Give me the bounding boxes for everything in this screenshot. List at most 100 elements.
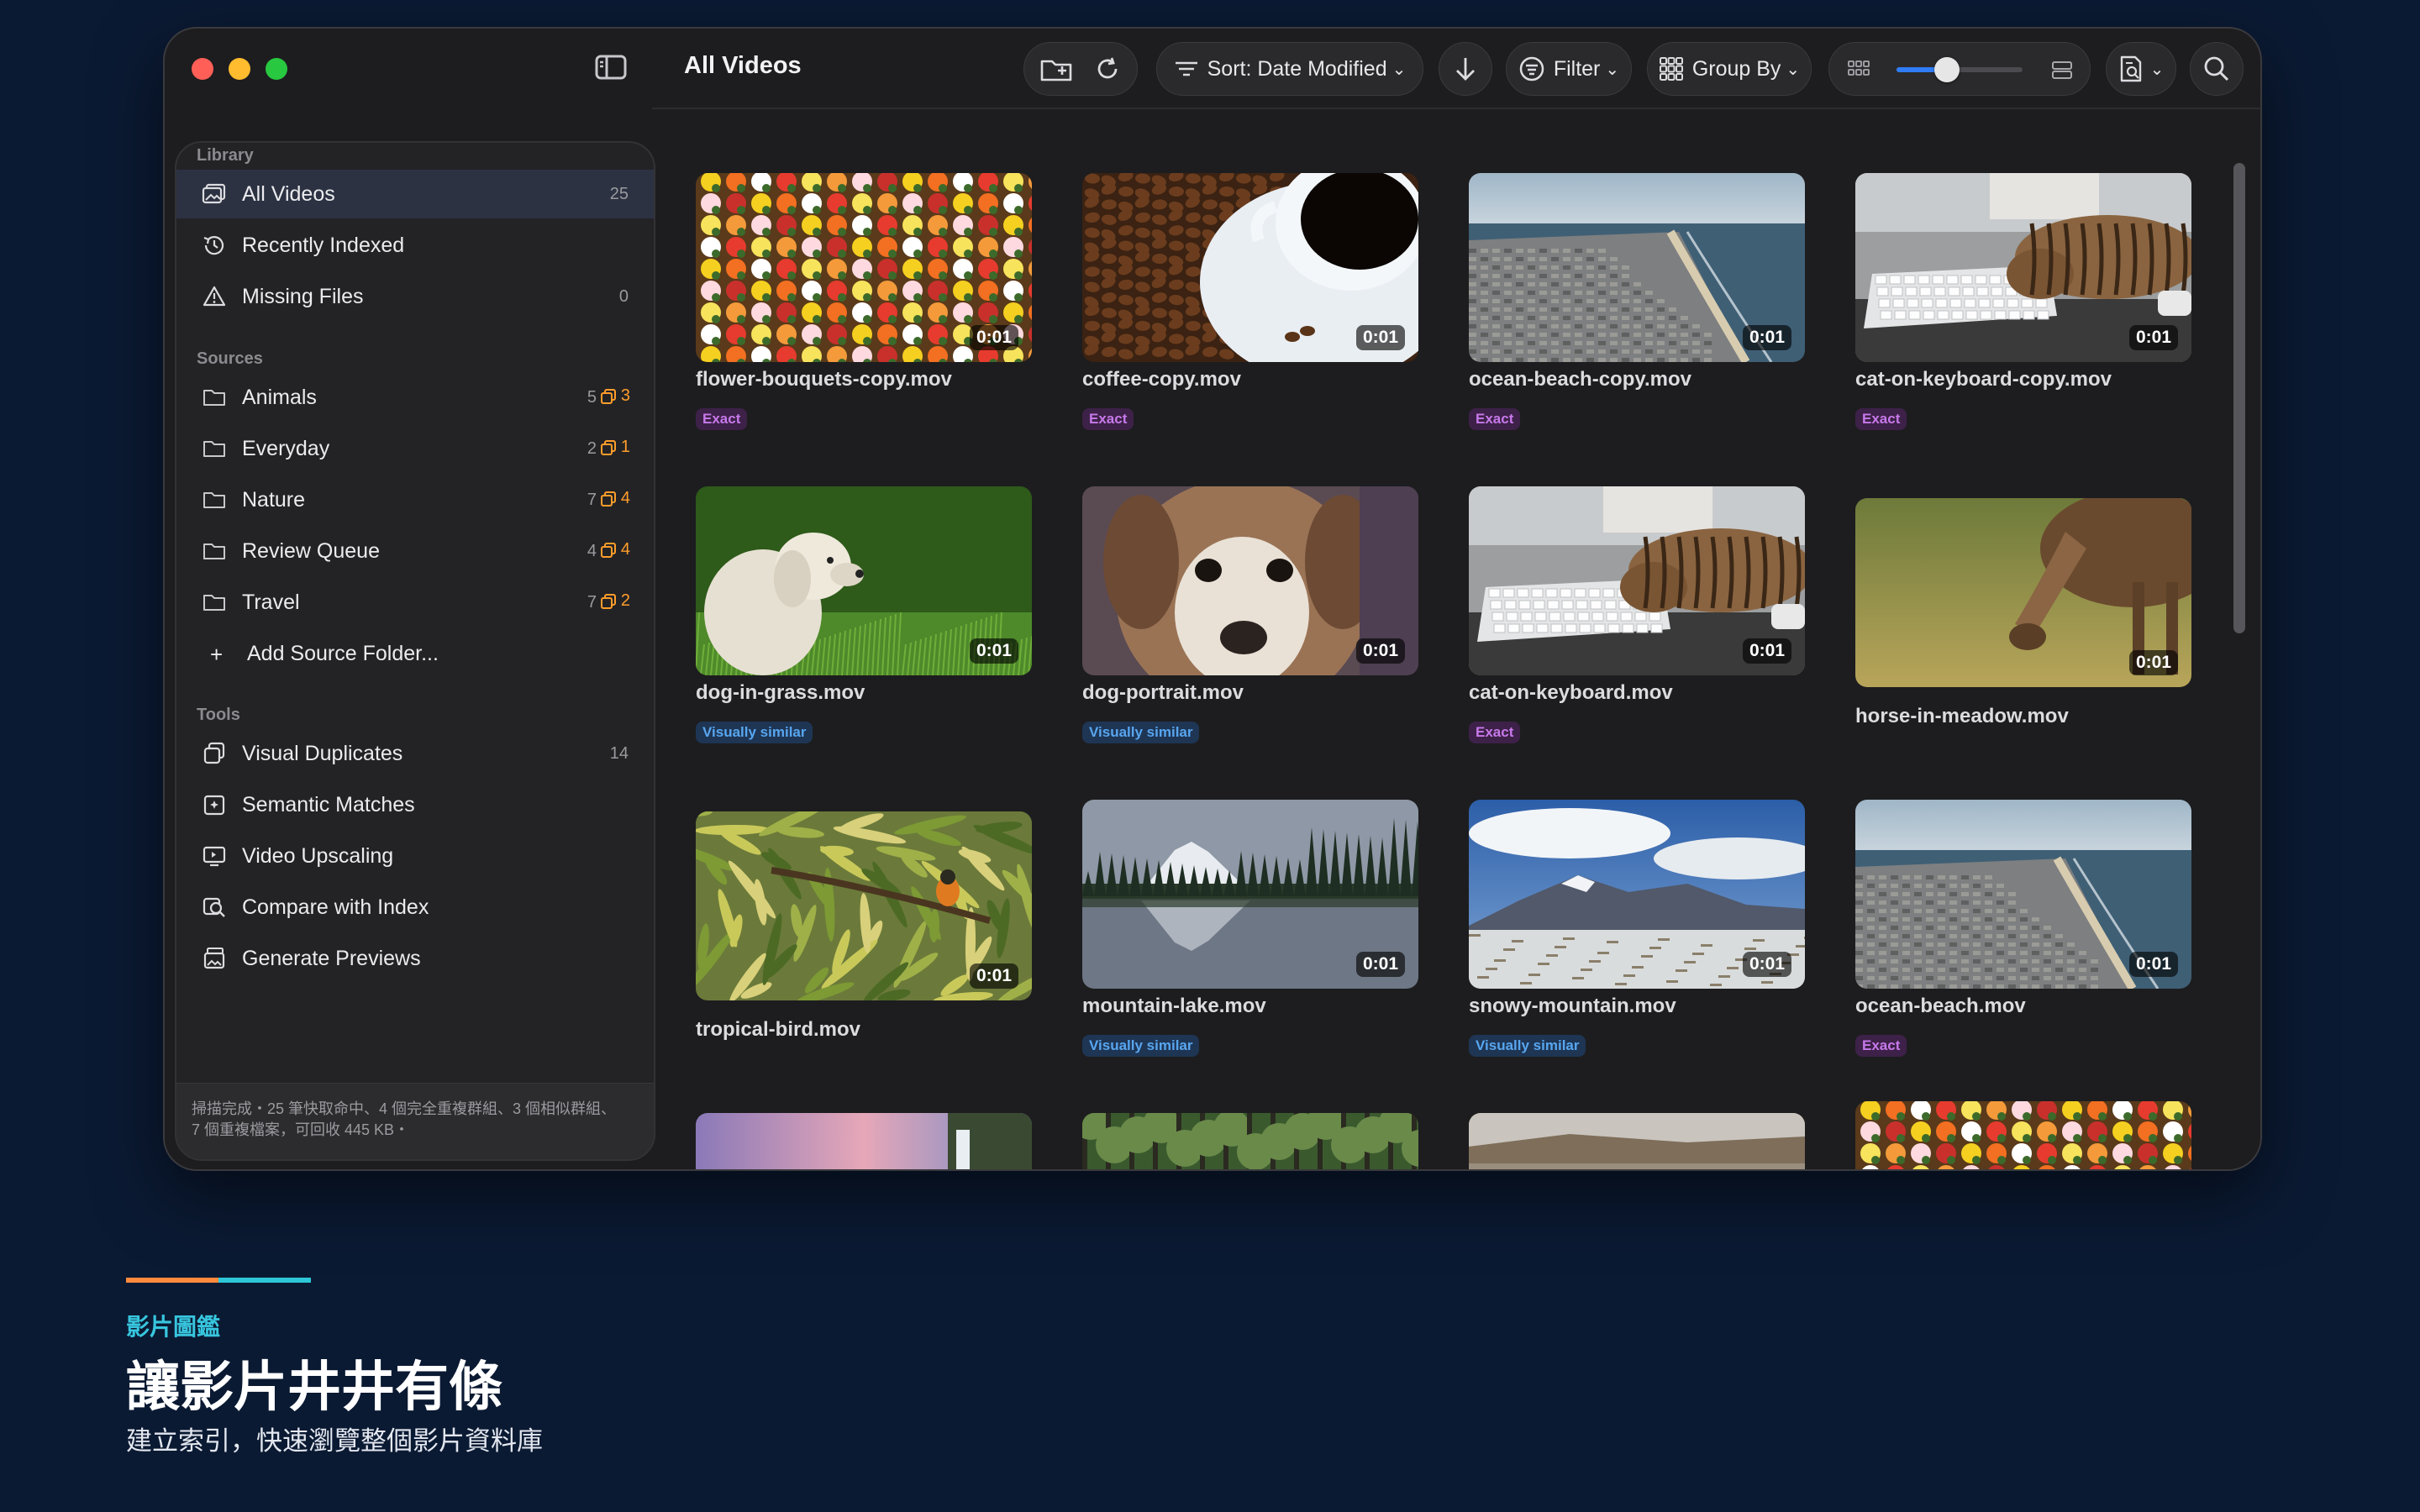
video-filename: horse-in-meadow.mov bbox=[1855, 705, 2069, 727]
sidebar-item-review-queue[interactable]: Review Queue 4 4 bbox=[176, 527, 654, 575]
exact-match-tag: Exact bbox=[1469, 722, 1521, 743]
video-thumbnail[interactable]: 0:01 bbox=[1469, 800, 1805, 989]
visually-similar-tag: Visually similar bbox=[1469, 1035, 1586, 1057]
sidebar-item-label: Travel bbox=[242, 591, 300, 614]
duration-badge: 0:01 bbox=[2128, 952, 2178, 977]
video-card[interactable]: 0:01 mountain-lake.mov Visually similar bbox=[1082, 800, 1418, 1068]
sidebar-item-missing-files[interactable]: Missing Files 0 bbox=[176, 272, 654, 321]
zoom-window-button[interactable] bbox=[266, 58, 287, 80]
sidebar-item-compare-with-index[interactable]: Compare with Index bbox=[176, 883, 654, 932]
library-section-title: Library bbox=[197, 146, 254, 165]
video-card[interactable] bbox=[696, 1113, 1032, 1169]
video-thumbnail[interactable]: 0:01 bbox=[1855, 173, 2191, 362]
video-filename: mountain-lake.mov bbox=[1082, 995, 1266, 1017]
sidebar-item-visual-duplicates[interactable]: Visual Duplicates 14 bbox=[176, 729, 654, 778]
video-filename: flower-bouquets-copy.mov bbox=[696, 368, 952, 391]
duration-badge: 0:01 bbox=[2128, 325, 2178, 350]
video-card[interactable]: 0:01 cat-on-keyboard.mov Exact bbox=[1469, 486, 1805, 755]
accent-bar-teal bbox=[218, 1278, 311, 1283]
sources-section-title: Sources bbox=[197, 349, 263, 368]
video-card[interactable]: 0:01 cat-on-keyboard-copy.mov Exact bbox=[1855, 173, 2191, 442]
video-thumbnail[interactable]: 0:01 bbox=[1469, 173, 1805, 362]
video-thumbnail[interactable]: 0:01 bbox=[696, 173, 1032, 362]
video-card[interactable]: 0:01 horse-in-meadow.mov bbox=[1855, 486, 2191, 755]
group-by-button[interactable]: Group By ⌄ bbox=[1647, 42, 1812, 96]
duration-badge: 0:01 bbox=[969, 325, 1018, 350]
sidebar-item-everyday[interactable]: Everyday 2 1 bbox=[176, 424, 654, 473]
preview-icon bbox=[202, 946, 227, 971]
duration-badge: 0:01 bbox=[1355, 638, 1405, 664]
item-count: 0 bbox=[618, 287, 629, 306]
add-folder-icon[interactable] bbox=[1039, 55, 1075, 83]
sidebar-item-video-upscaling[interactable]: Video Upscaling bbox=[176, 832, 654, 880]
sidebar-item-label: Nature bbox=[242, 488, 306, 512]
refresh-icon[interactable] bbox=[1093, 55, 1122, 83]
video-card[interactable]: 0:01 flower-bouquets-copy.mov Exact bbox=[696, 173, 1032, 442]
add-source-folder-button[interactable]: + Add Source Folder... bbox=[176, 629, 654, 678]
video-thumbnail[interactable] bbox=[1082, 1113, 1418, 1169]
accent-bar-orange bbox=[126, 1278, 218, 1283]
video-card[interactable] bbox=[1469, 1113, 1805, 1169]
video-card[interactable]: 0:01 tropical-bird.mov bbox=[696, 800, 1032, 1068]
folder-icon bbox=[202, 385, 227, 410]
sidebar-item-animals[interactable]: Animals 5 3 bbox=[176, 373, 654, 422]
large-grid-icon[interactable] bbox=[2051, 60, 2073, 80]
video-card[interactable]: 0:01 dog-in-grass.mov Visually similar bbox=[696, 486, 1032, 755]
search-button[interactable] bbox=[2190, 42, 2244, 96]
zoom-slider[interactable] bbox=[1897, 57, 2023, 82]
video-filename: dog-portrait.mov bbox=[1082, 681, 1244, 704]
exact-match-tag: Exact bbox=[1082, 408, 1134, 430]
video-card[interactable]: 0:01 snowy-mountain.mov Visually similar bbox=[1469, 800, 1805, 1068]
sidebar-item-all-videos[interactable]: All Videos 25 bbox=[176, 170, 654, 218]
sidebar-item-semantic-matches[interactable]: Semantic Matches bbox=[176, 780, 654, 829]
video-thumbnail[interactable] bbox=[696, 1113, 1032, 1169]
video-card[interactable] bbox=[1082, 1113, 1418, 1169]
close-window-button[interactable] bbox=[192, 58, 213, 80]
small-grid-icon[interactable] bbox=[1848, 58, 1870, 80]
video-card[interactable]: 0:01 ocean-beach.mov Exact bbox=[1855, 800, 2191, 1068]
sidebar: Library All Videos 25 Recently Indexed M… bbox=[175, 141, 655, 1161]
video-thumbnail[interactable]: 0:01 bbox=[1855, 800, 2191, 989]
scrollbar[interactable] bbox=[2233, 163, 2245, 633]
sort-direction-button[interactable] bbox=[1439, 42, 1492, 96]
sidebar-toggle-icon[interactable] bbox=[595, 54, 627, 81]
sidebar-item-travel[interactable]: Travel 7 2 bbox=[176, 578, 654, 627]
video-card[interactable]: 0:01 dog-portrait.mov Visually similar bbox=[1082, 486, 1418, 755]
view-options-button[interactable]: ⌄ bbox=[2106, 42, 2176, 96]
video-thumbnail[interactable] bbox=[1855, 1101, 2191, 1169]
video-thumbnail[interactable]: 0:01 bbox=[1082, 486, 1418, 675]
sidebar-item-label: Animals bbox=[242, 386, 317, 409]
video-card[interactable]: 0:01 coffee-copy.mov Exact bbox=[1082, 173, 1418, 442]
search-icon bbox=[2203, 55, 2230, 82]
filter-label: Filter bbox=[1553, 56, 1601, 81]
duration-badge: 0:01 bbox=[1742, 638, 1791, 664]
arrow-down-icon bbox=[1455, 55, 1476, 82]
folder-icon bbox=[202, 487, 227, 512]
video-thumbnail[interactable]: 0:01 bbox=[696, 486, 1032, 675]
video-filename: snowy-mountain.mov bbox=[1469, 995, 1676, 1017]
sort-button[interactable]: Sort: Date Modified ⌄ bbox=[1156, 42, 1423, 96]
video-thumbnail[interactable] bbox=[1469, 1113, 1805, 1169]
scan-status-text: 掃描完成・25 筆快取命中、4 個完全重複群組、3 個相似群組、7 個重複檔案，… bbox=[192, 1100, 617, 1138]
filter-button[interactable]: Filter ⌄ bbox=[1506, 42, 1632, 96]
sidebar-item-label: Video Upscaling bbox=[242, 844, 394, 868]
window-title: All Videos bbox=[684, 52, 802, 79]
video-thumbnail[interactable]: 0:01 bbox=[1855, 498, 2191, 687]
duplicate-icon bbox=[202, 741, 227, 766]
exact-match-tag: Exact bbox=[1855, 1035, 1907, 1057]
sidebar-item-recently-indexed[interactable]: Recently Indexed bbox=[176, 221, 654, 270]
video-card[interactable] bbox=[1855, 1101, 2191, 1169]
minimize-window-button[interactable] bbox=[229, 58, 250, 80]
video-thumbnail[interactable]: 0:01 bbox=[1469, 486, 1805, 675]
exact-match-tag: Exact bbox=[1855, 408, 1907, 430]
sidebar-item-generate-previews[interactable]: Generate Previews bbox=[176, 934, 654, 983]
thumbnail-size-control bbox=[1828, 42, 2091, 96]
sort-lines-icon bbox=[1174, 59, 1199, 79]
video-card[interactable]: 0:01 ocean-beach-copy.mov Exact bbox=[1469, 173, 1805, 442]
zoom-slider-knob[interactable] bbox=[1934, 57, 1960, 82]
video-thumbnail[interactable]: 0:01 bbox=[1082, 173, 1418, 362]
chevron-down-icon: ⌄ bbox=[1392, 60, 1407, 79]
sidebar-item-nature[interactable]: Nature 7 4 bbox=[176, 475, 654, 524]
video-thumbnail[interactable]: 0:01 bbox=[1082, 800, 1418, 989]
video-thumbnail[interactable]: 0:01 bbox=[696, 811, 1032, 1000]
